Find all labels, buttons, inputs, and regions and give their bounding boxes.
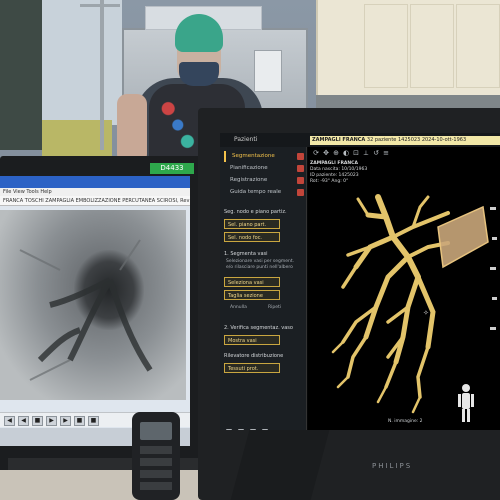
panel-footer (220, 427, 306, 430)
cabinet-door (410, 4, 454, 88)
step-guida[interactable]: Guida tempo reale (224, 187, 304, 198)
left-monitor-screen: File View Tools Help FRANCA TOSCHI ZAMPA… (0, 176, 190, 446)
wall-cabinet (316, 0, 500, 95)
stop-button[interactable]: ■ (32, 416, 43, 426)
select-plane-button[interactable]: Sel. piano part. (224, 219, 280, 229)
play-button[interactable]: ▶ (46, 416, 57, 426)
desk-phone[interactable] (132, 412, 180, 500)
wall-panel (0, 0, 42, 150)
section-title: 2. Verifica segmentaz. vaso (224, 325, 293, 331)
patient-banner: ZAMPAGLI FRANCA 32 paziente 1425023 2024… (310, 136, 500, 145)
redo-button[interactable]: Ripeti (268, 305, 298, 311)
step-label: Guida tempo reale (230, 189, 282, 195)
step-status-icon (297, 153, 304, 160)
patient-details: 32 paziente 1425023 2024-10-ott-1963 (366, 137, 467, 143)
brand-logo: PHILIPS (372, 462, 413, 470)
window-titlebar[interactable] (0, 176, 190, 188)
step-label: Pianificazione (230, 165, 268, 171)
step-segmentazione[interactable]: Segmentazione (224, 151, 304, 162)
step-label: Segmentazione (232, 153, 275, 159)
protected-tissue-button[interactable]: Tessuti prot. (224, 363, 280, 373)
section-title: Seg. nodo e piano partiz. (224, 209, 287, 215)
step-pianificazione[interactable]: Pianificazione (224, 163, 304, 174)
export-icon[interactable] (262, 429, 268, 430)
step-status-icon (297, 177, 304, 184)
surgical-mask (179, 62, 219, 86)
step-back-button[interactable]: ◀ (18, 416, 29, 426)
image-number-label: N. immagine: 2 (388, 419, 423, 424)
cabinet-door (456, 4, 500, 88)
3d-render-viewport[interactable]: ⟳ ✥ ⊕ ◐ ⊡ ⟂ ↺ ≡ ZAMPAGLI FRANCA Data nas… (308, 147, 500, 430)
phone-keypad[interactable] (140, 446, 172, 494)
select-vessels-button[interactable]: Seleziona vasi (224, 277, 280, 287)
step-registrazione[interactable]: Registrazione (224, 175, 304, 186)
section-hint: Selezionare vasi per segment. e/o rilasc… (226, 259, 295, 270)
loop-button[interactable]: ■ (88, 416, 99, 426)
select-node-button[interactable]: Sel. nodo foc. (224, 232, 280, 242)
right-monitor-screen: Pazienti ZAMPAGLI FRANCA 32 paziente 142… (220, 133, 500, 430)
settings-icon[interactable] (226, 429, 232, 430)
step-label: Registrazione (230, 177, 268, 183)
step-forward-button[interactable]: ▶ (60, 416, 71, 426)
section-title: 1. Segmenta vasi (224, 251, 268, 257)
step-status-icon (297, 165, 304, 172)
phone-display (140, 422, 172, 440)
layout-icon[interactable] (238, 429, 244, 430)
file-path-bar: FRANCA TOSCHI ZAMPAGLIA EMBOLIZZAZIONE P… (0, 196, 190, 206)
monitor-sticker: D4433 (150, 163, 194, 174)
rewind-button[interactable]: ◀ (4, 416, 15, 426)
iv-pole (100, 0, 104, 150)
tab-pazienti[interactable]: Pazienti (234, 133, 257, 147)
surgical-cap (175, 14, 223, 52)
cut-section-button[interactable]: Taglia sezione (224, 290, 280, 300)
frame-button[interactable]: ■ (74, 416, 85, 426)
undo-button[interactable]: Annulla (230, 305, 260, 311)
orientation-figure-icon (458, 384, 474, 422)
patient-name: ZAMPAGLI FRANCA (312, 137, 366, 143)
svg-text:✧: ✧ (423, 309, 429, 317)
workflow-panel: Segmentazione Pianificazione Registrazio… (220, 147, 307, 430)
fluoroscopy-image (0, 210, 186, 400)
cabinet-door (364, 4, 408, 88)
back-wall (42, 0, 122, 125)
camera-icon[interactable] (250, 429, 256, 430)
window-menubar[interactable]: File View Tools Help (0, 188, 190, 196)
app-topbar: Pazienti ZAMPAGLI FRANCA 32 paziente 142… (220, 133, 500, 147)
surgeon-arm (117, 94, 147, 164)
section-title: Rilevatore distribuzione (224, 353, 284, 359)
step-status-icon (297, 189, 304, 196)
show-vessels-button[interactable]: Mostra vasi (224, 335, 280, 345)
vessel-overlay (19, 239, 153, 381)
